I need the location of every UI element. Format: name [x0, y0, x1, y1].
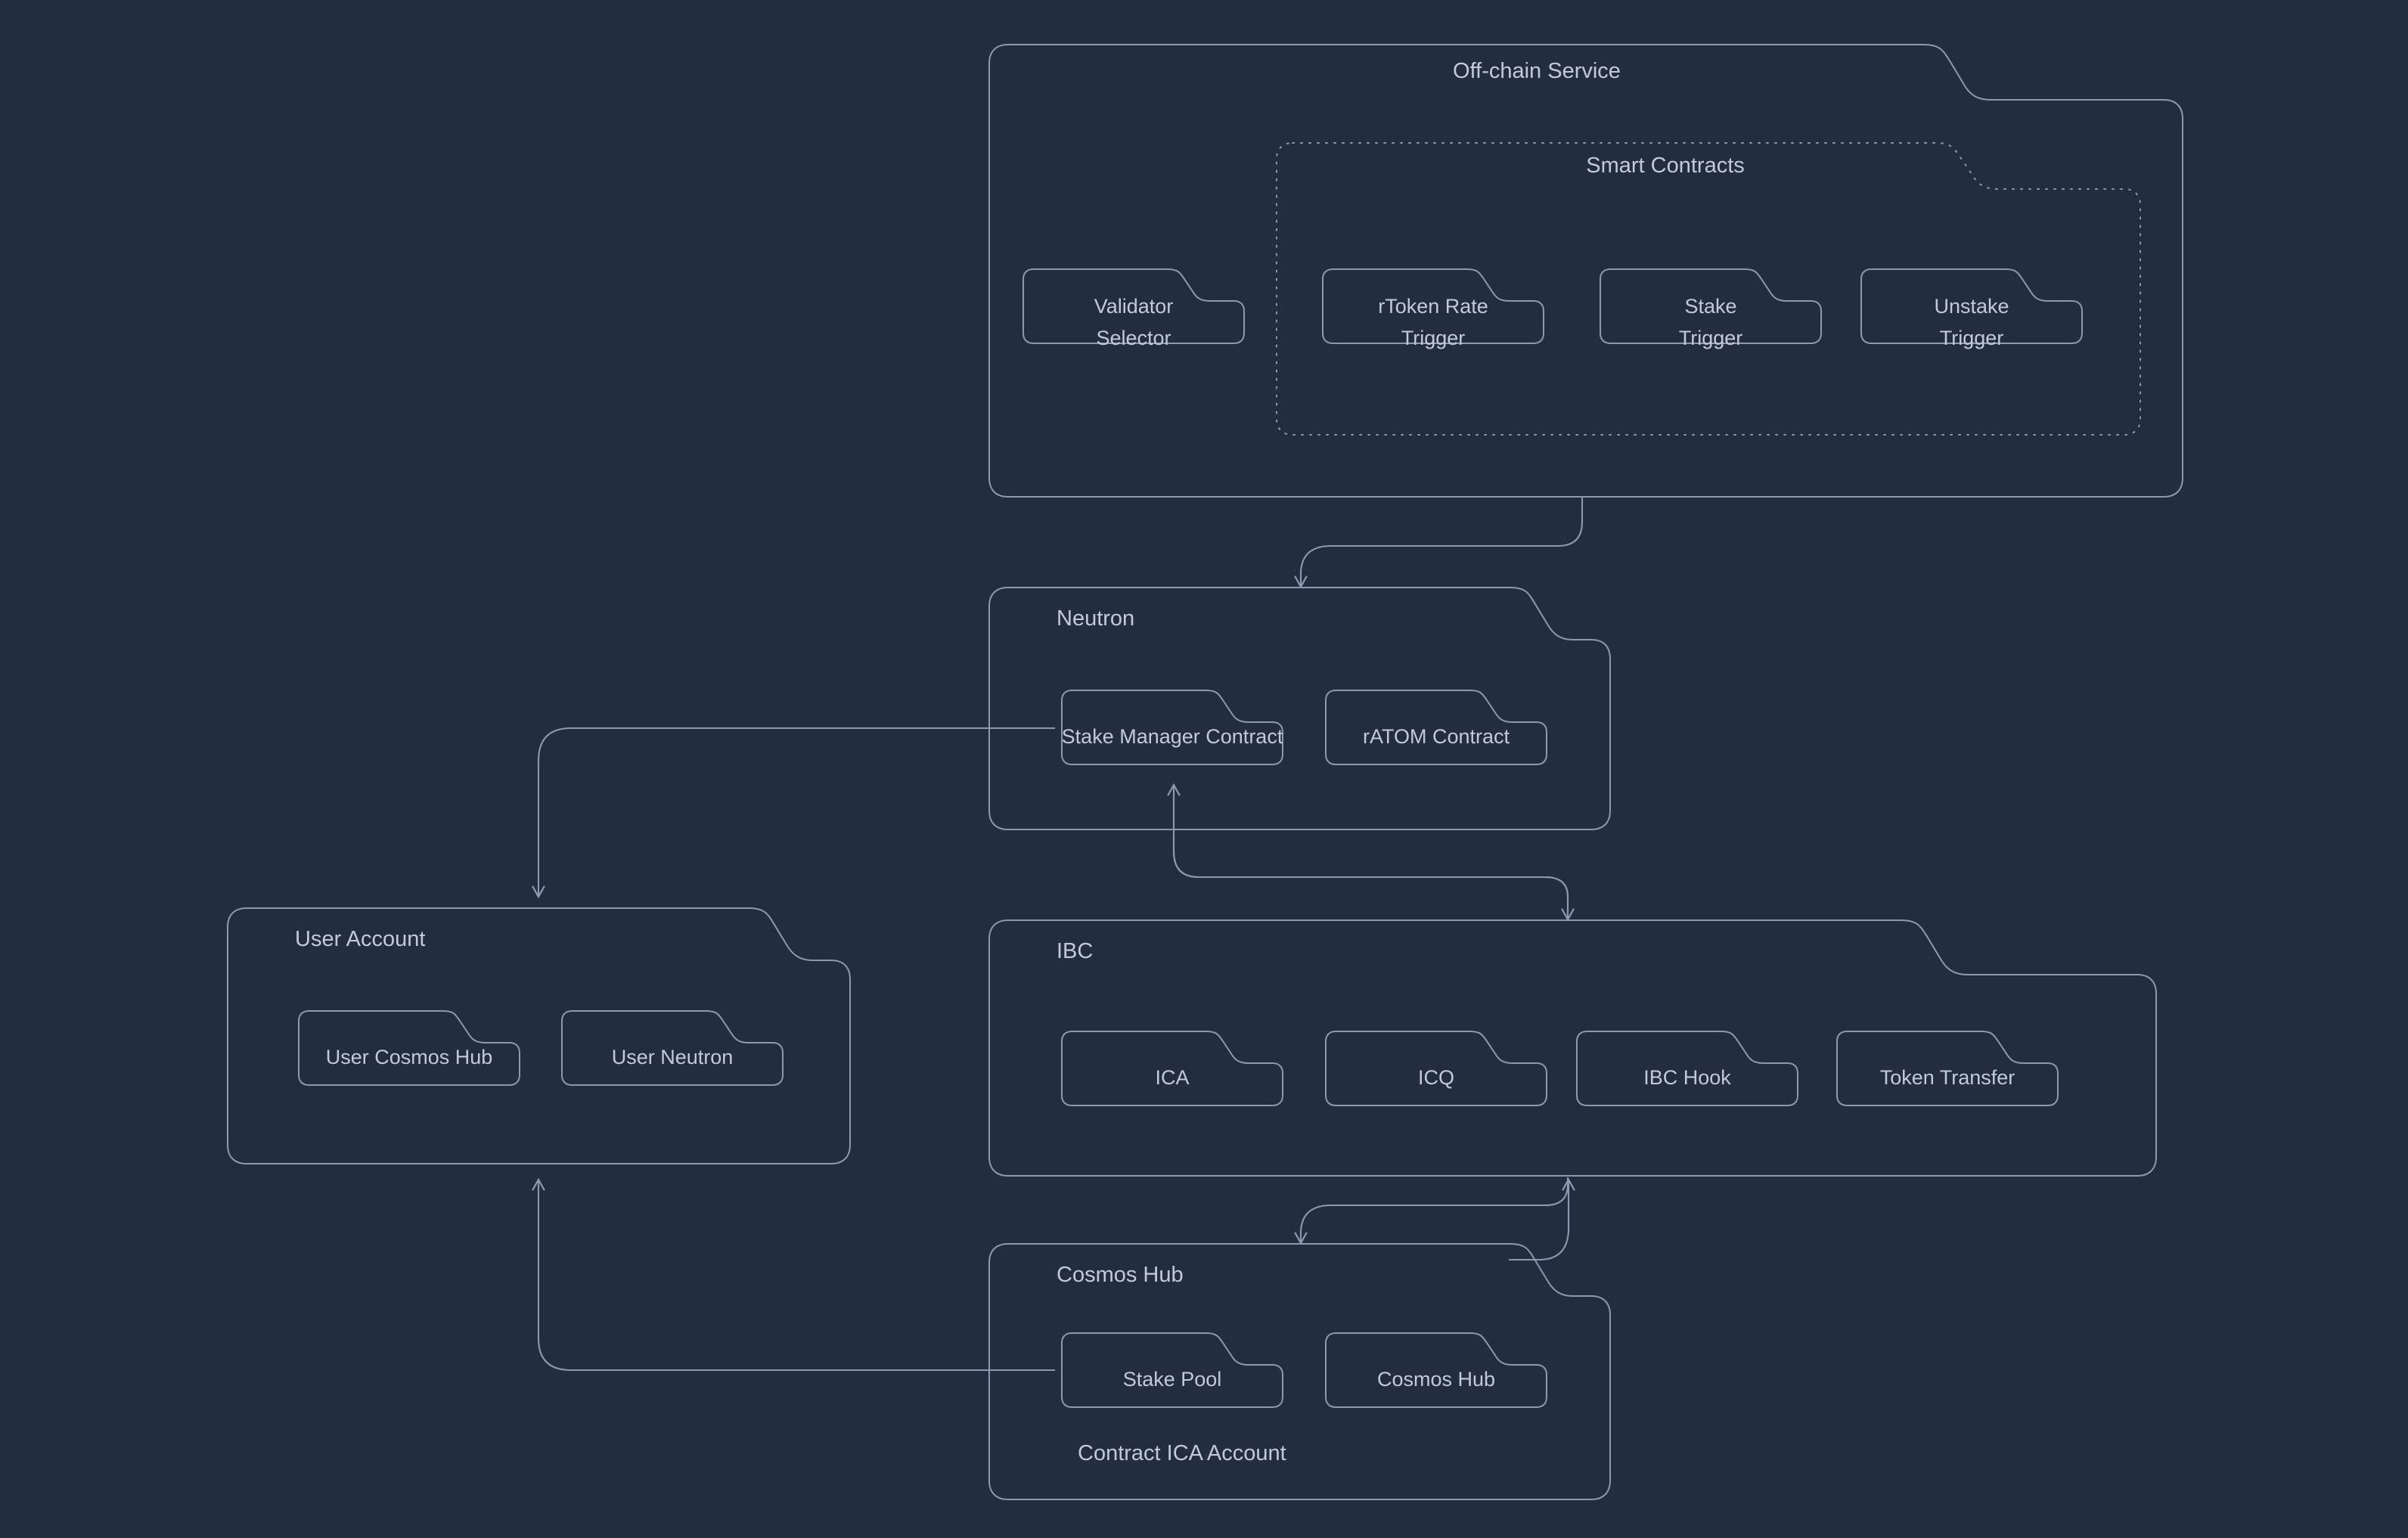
group-title-smart-contracts: Smart Contracts: [1586, 153, 1745, 178]
node-stake-trigger[interactable]: Stake Trigger: [1600, 268, 1822, 349]
node-ica[interactable]: ICA: [1061, 1031, 1283, 1106]
node-validator-selector[interactable]: Validator Selector: [1022, 268, 1245, 349]
node-stake-manager-contract[interactable]: Stake Manager Contract: [1061, 690, 1283, 765]
node-ratom-contract[interactable]: rATOM Contract: [1325, 690, 1547, 765]
node-ibc-hook[interactable]: IBC Hook: [1576, 1031, 1798, 1106]
edge-offchain-to-neutron: [1294, 496, 1584, 589]
group-footer-contract-ica-account: Contract ICA Account: [1078, 1441, 1286, 1465]
node-unstake-trigger[interactable]: Unstake Trigger: [1860, 268, 2083, 349]
node-token-transfer[interactable]: Token Transfer: [1836, 1031, 2059, 1106]
node-user-neutron[interactable]: User Neutron: [561, 1010, 784, 1086]
node-cosmos-hub[interactable]: Cosmos Hub: [1325, 1332, 1547, 1408]
group-title-cosmos-hub: Cosmos Hub: [1057, 1263, 1184, 1287]
node-rtoken-rate-trigger[interactable]: rToken Rate Trigger: [1322, 268, 1544, 349]
edge-stakemanager-to-useraccount: [532, 727, 1055, 899]
diagram-canvas: Off-chain Service Smart Contracts Valida…: [0, 0, 2408, 1538]
group-title-ibc: IBC: [1057, 939, 1094, 963]
group-title-user-account: User Account: [295, 927, 426, 951]
edge-ibc-to-cosmoshub: [1294, 1177, 1569, 1245]
group-title-off-chain-service: Off-chain Service: [1453, 59, 1621, 83]
node-icq[interactable]: ICQ: [1325, 1031, 1547, 1106]
group-title-neutron: Neutron: [1057, 606, 1135, 631]
node-user-cosmos-hub[interactable]: User Cosmos Hub: [298, 1010, 520, 1086]
edge-stakepool-to-useraccount: [532, 1177, 1055, 1372]
node-stake-pool[interactable]: Stake Pool: [1061, 1332, 1283, 1408]
